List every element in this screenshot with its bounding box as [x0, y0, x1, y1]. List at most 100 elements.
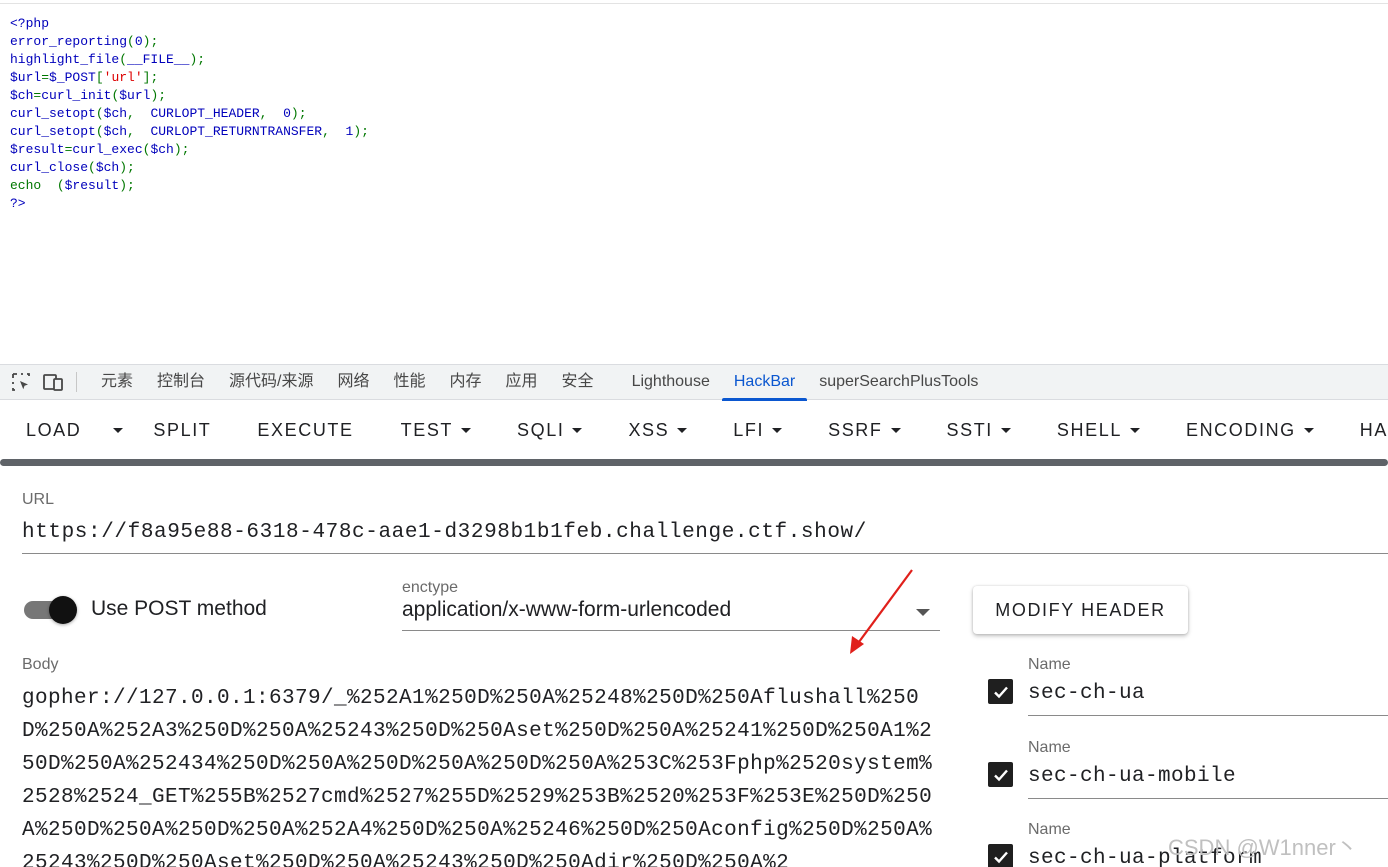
tab-sources[interactable]: 源代码/来源: [217, 364, 325, 400]
hashing-label: HA: [1359, 419, 1388, 440]
url-input[interactable]: https://f8a95e88-6318-478c-aae1-d3298b1b…: [22, 518, 1388, 554]
tab-supersearch[interactable]: superSearchPlusTools: [807, 364, 990, 400]
code-token: curl_close: [10, 160, 89, 175]
split-label: SPLIT: [153, 419, 212, 440]
body-textarea[interactable]: gopher://127.0.0.1:6379/_%252A1%250D%250…: [22, 682, 940, 867]
header-row: Name sec-ch-ua-mobile: [988, 739, 1388, 819]
code-token: <?php: [10, 16, 50, 31]
enctype-value: application/x-www-form-urlencoded: [402, 598, 732, 621]
caret-down-icon: [772, 427, 783, 433]
code-token: 0: [134, 34, 143, 49]
code-token: (: [95, 106, 104, 121]
header-name-input[interactable]: sec-ch-ua-mobile: [1028, 759, 1388, 799]
toggle-thumb: [49, 596, 77, 624]
code-token: (: [56, 178, 65, 193]
execute-button[interactable]: EXECUTE: [257, 401, 353, 459]
code-token: );: [189, 52, 206, 67]
code-token: (: [95, 124, 104, 139]
code-token: );: [119, 178, 135, 193]
caret-down-icon: [677, 427, 688, 433]
xss-label: XSS: [628, 419, 670, 440]
code-token: error_reporting: [10, 34, 128, 49]
code-line: curl_close($ch);: [10, 159, 369, 177]
code-token: curl_exec: [72, 142, 143, 157]
header-checkbox[interactable]: [988, 762, 1013, 787]
code-token: );: [353, 124, 369, 139]
header-checkbox[interactable]: [988, 679, 1013, 704]
tab-application[interactable]: 应用: [494, 364, 550, 400]
code-token: ,: [322, 124, 346, 139]
header-name-input[interactable]: sec-ch-ua: [1028, 676, 1388, 716]
xss-button[interactable]: XSS: [628, 401, 688, 459]
tab-security[interactable]: 安全: [550, 364, 606, 400]
lfi-label: LFI: [733, 419, 765, 440]
header-checkbox[interactable]: [988, 844, 1013, 867]
load-menu-button[interactable]: [105, 401, 124, 459]
devtools-tab-bar: 元素 控制台 源代码/来源 网络 性能 内存 应用 安全 Lighthouse HackBar su…: [0, 364, 1388, 401]
checkmark-icon: [993, 851, 1008, 863]
encoding-button[interactable]: ENCODING: [1186, 401, 1314, 459]
hashing-button[interactable]: HA: [1360, 401, 1388, 459]
lfi-button[interactable]: LFI: [733, 401, 783, 459]
code-token: $ch: [103, 124, 128, 139]
modify-header-button[interactable]: MODIFY HEADER: [973, 586, 1188, 634]
code-token: [: [95, 70, 104, 85]
code-line: error_reporting(0);: [10, 33, 369, 51]
tab-console[interactable]: 控制台: [145, 364, 217, 400]
code-token: echo: [10, 178, 57, 193]
code-token: $_POST: [49, 70, 96, 85]
body-label: Body: [22, 656, 59, 673]
tab-bar-divider: [76, 372, 77, 392]
post-method-toggle[interactable]: [24, 596, 78, 624]
tab-lighthouse[interactable]: Lighthouse: [620, 364, 722, 400]
code-token: $ch: [103, 106, 128, 121]
shell-button[interactable]: SHELL: [1057, 401, 1140, 459]
device-toolbar-icon[interactable]: [40, 369, 66, 395]
caret-down-icon: [113, 427, 124, 433]
load-button[interactable]: LOAD: [26, 401, 81, 459]
code-token: );: [150, 88, 167, 103]
devtools-tabs: 元素 控制台 源代码/来源 网络 性能 内存 应用 安全 Lighthouse HackBar su…: [89, 364, 990, 401]
tab-network[interactable]: 网络: [325, 364, 381, 400]
tab-memory[interactable]: 内存: [438, 364, 494, 400]
encoding-label: ENCODING: [1185, 419, 1296, 440]
caret-down-icon: [1000, 427, 1011, 433]
checkmark-icon: [993, 769, 1008, 781]
code-line: highlight_file(__FILE__);: [10, 51, 369, 69]
caret-down-icon: [1129, 427, 1140, 433]
code-token: );: [119, 160, 135, 175]
split-button[interactable]: SPLIT: [153, 401, 211, 459]
ssrf-button[interactable]: SSRF: [828, 401, 901, 459]
header-name-label: Name: [1028, 739, 1071, 756]
tab-performance[interactable]: 性能: [382, 364, 438, 400]
code-token: ,: [127, 106, 151, 121]
tab-elements[interactable]: 元素: [89, 364, 145, 400]
sqli-button[interactable]: SQLI: [517, 401, 583, 459]
sqli-label: SQLI: [517, 419, 565, 440]
execute-label: EXECUTE: [257, 419, 354, 440]
code-token: $result: [10, 142, 65, 157]
enctype-label: enctype: [402, 579, 459, 596]
test-button[interactable]: TEST: [401, 401, 472, 459]
code-line: $ch=curl_init($url);: [10, 87, 369, 105]
inspect-element-icon[interactable]: [8, 369, 34, 395]
load-label: LOAD: [25, 419, 82, 440]
code-token: CURLOPT_HEADER: [150, 106, 260, 121]
code-token: $url: [10, 70, 42, 85]
code-token: (: [88, 160, 96, 175]
code-token: 0: [283, 106, 291, 121]
ssti-button[interactable]: SSTI: [947, 401, 1011, 459]
shell-label: SHELL: [1056, 419, 1122, 440]
code-token: =: [41, 70, 50, 85]
url-label: URL: [22, 491, 55, 508]
code-token: __FILE__: [127, 52, 190, 67]
header-name-label: Name: [1028, 821, 1071, 838]
code-token: curl_setopt: [10, 124, 96, 139]
code-token: (: [119, 52, 128, 67]
code-token: $result: [64, 178, 120, 193]
caret-down-icon: [890, 427, 901, 433]
tab-hackbar[interactable]: HackBar: [721, 364, 808, 401]
code-token: $url: [119, 88, 151, 103]
checkmark-icon: [993, 686, 1008, 698]
code-token: curl_init: [41, 88, 112, 103]
